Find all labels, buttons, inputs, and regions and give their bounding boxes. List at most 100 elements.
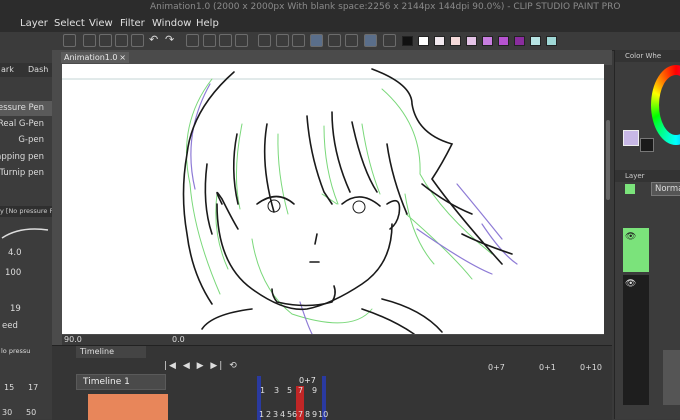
playback-controls[interactable]: |◀ ◀ ▶ ▶| ⟲ xyxy=(164,361,239,371)
timeline-name-select[interactable]: Timeline 1 xyxy=(76,374,166,390)
frame-counter-a: 0+7 xyxy=(488,363,505,372)
menu-layer[interactable]: Layer xyxy=(20,18,48,29)
brush-item-g-pen[interactable]: G-pen xyxy=(0,133,52,148)
swatch-5[interactable] xyxy=(466,36,477,46)
transform-icon[interactable] xyxy=(235,34,248,47)
swatch-10[interactable] xyxy=(546,36,557,46)
brush-item-mapping-pen[interactable]: apping pen xyxy=(0,150,52,165)
menu-view[interactable]: View xyxy=(89,18,113,29)
swatch-1[interactable] xyxy=(402,36,413,46)
stabilizer-value[interactable]: 19 xyxy=(10,304,21,314)
clear-icon[interactable] xyxy=(186,34,199,47)
scrollbar-thumb[interactable] xyxy=(606,120,610,200)
swatch-7[interactable] xyxy=(498,36,509,46)
brush-item-pressure-pen[interactable]: essure Pen xyxy=(0,101,52,116)
main-color-swatch[interactable] xyxy=(623,130,639,146)
preset-size-17[interactable]: 17 xyxy=(28,383,38,392)
menu-filter[interactable]: Filter xyxy=(120,18,145,29)
swatch-6[interactable] xyxy=(482,36,493,46)
blend-mode-select[interactable]: Norma xyxy=(651,182,680,196)
frame-counter-c: 0+10 xyxy=(580,363,602,372)
window-title: Animation1.0 (2000 x 2000px With blank s… xyxy=(150,2,621,12)
brush-item-real-g-pen[interactable]: Real G-Pen xyxy=(0,117,52,132)
marker-3: 3 xyxy=(274,386,280,395)
color-wheel-title: Color Whe xyxy=(625,52,662,60)
frame-10[interactable]: 10 xyxy=(318,410,328,419)
preset-size-50[interactable]: 50 xyxy=(26,408,36,417)
marker-5: 5 xyxy=(287,386,293,395)
snap-icon[interactable] xyxy=(310,34,323,47)
frame-2[interactable]: 2 xyxy=(266,410,271,419)
menu-help[interactable]: Help xyxy=(196,18,219,29)
undo-icon[interactable]: ↶ xyxy=(149,34,162,47)
eye-icon[interactable]: 👁 xyxy=(625,279,636,289)
swatch-2[interactable] xyxy=(418,36,429,46)
frame-3[interactable]: 3 xyxy=(273,410,278,419)
clip-studio-icon[interactable] xyxy=(63,34,76,47)
frame-9[interactable]: 9 xyxy=(312,410,317,419)
color-icon[interactable] xyxy=(383,34,396,47)
layer-color-icon[interactable] xyxy=(625,184,635,194)
zoom-value[interactable]: 90.0 xyxy=(64,335,82,344)
frame-8[interactable]: 8 xyxy=(305,410,310,419)
brush-item-turnip-pen[interactable]: Turnip pen xyxy=(0,166,52,181)
brush-icon[interactable] xyxy=(345,34,358,47)
new-file-icon[interactable] xyxy=(83,34,96,47)
tab-dash[interactable]: Dash xyxy=(28,65,48,74)
canvas-status-bar: 90.0 0.0 xyxy=(62,335,604,345)
brush-label: essure Pen xyxy=(0,103,44,113)
invert-selection-icon[interactable] xyxy=(292,34,305,47)
menu-bar: Animation1.0 (2000 x 2000px With blank s… xyxy=(0,0,680,33)
preset-size-30[interactable]: 30 xyxy=(2,408,12,417)
sub-tool-label: lo pressu xyxy=(1,347,31,355)
frame-1[interactable]: 1 xyxy=(259,410,264,419)
document-tab[interactable]: Animation1.0 × xyxy=(61,52,129,63)
frame-6[interactable]: 6 xyxy=(292,410,297,419)
swatch-9[interactable] xyxy=(530,36,541,46)
tab-mark[interactable]: ark xyxy=(1,65,14,74)
command-bar: ↶ ↷ xyxy=(0,32,680,51)
sub-color-swatch[interactable] xyxy=(640,138,654,152)
drawing-illustration xyxy=(62,68,604,334)
current-frame-indicator: 0+7 xyxy=(299,376,316,385)
frame-7[interactable]: 7 xyxy=(298,410,303,419)
marker-7: 7 xyxy=(298,386,304,395)
tablet-icon[interactable] xyxy=(364,34,377,47)
brush-label: Real G-Pen xyxy=(0,119,44,129)
preset-size-15[interactable]: 15 xyxy=(4,383,14,392)
menu-select[interactable]: Select xyxy=(54,18,85,29)
brush-panel: ark Dash essure Pen Real G-Pen G-pen app… xyxy=(0,50,53,419)
deselect-icon[interactable] xyxy=(276,34,289,47)
swatch-4[interactable] xyxy=(450,36,461,46)
export-icon[interactable] xyxy=(131,34,144,47)
layer-thumbnail xyxy=(663,350,680,405)
layer-panel-header: Layer xyxy=(615,170,680,182)
brush-label: G-pen xyxy=(18,135,44,145)
angle-value[interactable]: 0.0 xyxy=(172,335,185,344)
panel-tabs: ark Dash xyxy=(0,63,52,77)
brush-label: Turnip pen xyxy=(0,168,44,178)
drawing-canvas[interactable] xyxy=(62,64,604,334)
pen-icon[interactable] xyxy=(328,34,341,47)
selection-icon[interactable] xyxy=(258,34,271,47)
save-icon[interactable] xyxy=(115,34,128,47)
frame-counter-b: 0+1 xyxy=(539,363,556,372)
selected-brush-name: y [No pressure P xyxy=(0,206,53,217)
layer-panel-title: Layer xyxy=(625,172,645,180)
frame-4[interactable]: 4 xyxy=(280,410,285,419)
eye-icon[interactable]: 👁 xyxy=(625,232,636,242)
opacity-value[interactable]: 100 xyxy=(5,268,21,278)
fill-icon[interactable] xyxy=(219,34,232,47)
open-file-icon[interactable] xyxy=(99,34,112,47)
brush-size-value[interactable]: 4.0 xyxy=(8,248,22,258)
swatch-3[interactable] xyxy=(434,36,445,46)
menu-window[interactable]: Window xyxy=(152,18,191,29)
timeline-panel: Timeline |◀ ◀ ▶ ▶| ⟲ Timeline 1 0+7 0+7 … xyxy=(52,345,612,420)
swatch-8[interactable] xyxy=(514,36,525,46)
canvas-vertical-scrollbar[interactable] xyxy=(604,65,612,345)
crop-icon[interactable] xyxy=(203,34,216,47)
redo-icon[interactable]: ↷ xyxy=(165,34,178,47)
layer-row[interactable] xyxy=(623,275,649,405)
close-icon[interactable]: × xyxy=(119,52,126,63)
document-tab-label: Animation1.0 xyxy=(64,53,118,62)
